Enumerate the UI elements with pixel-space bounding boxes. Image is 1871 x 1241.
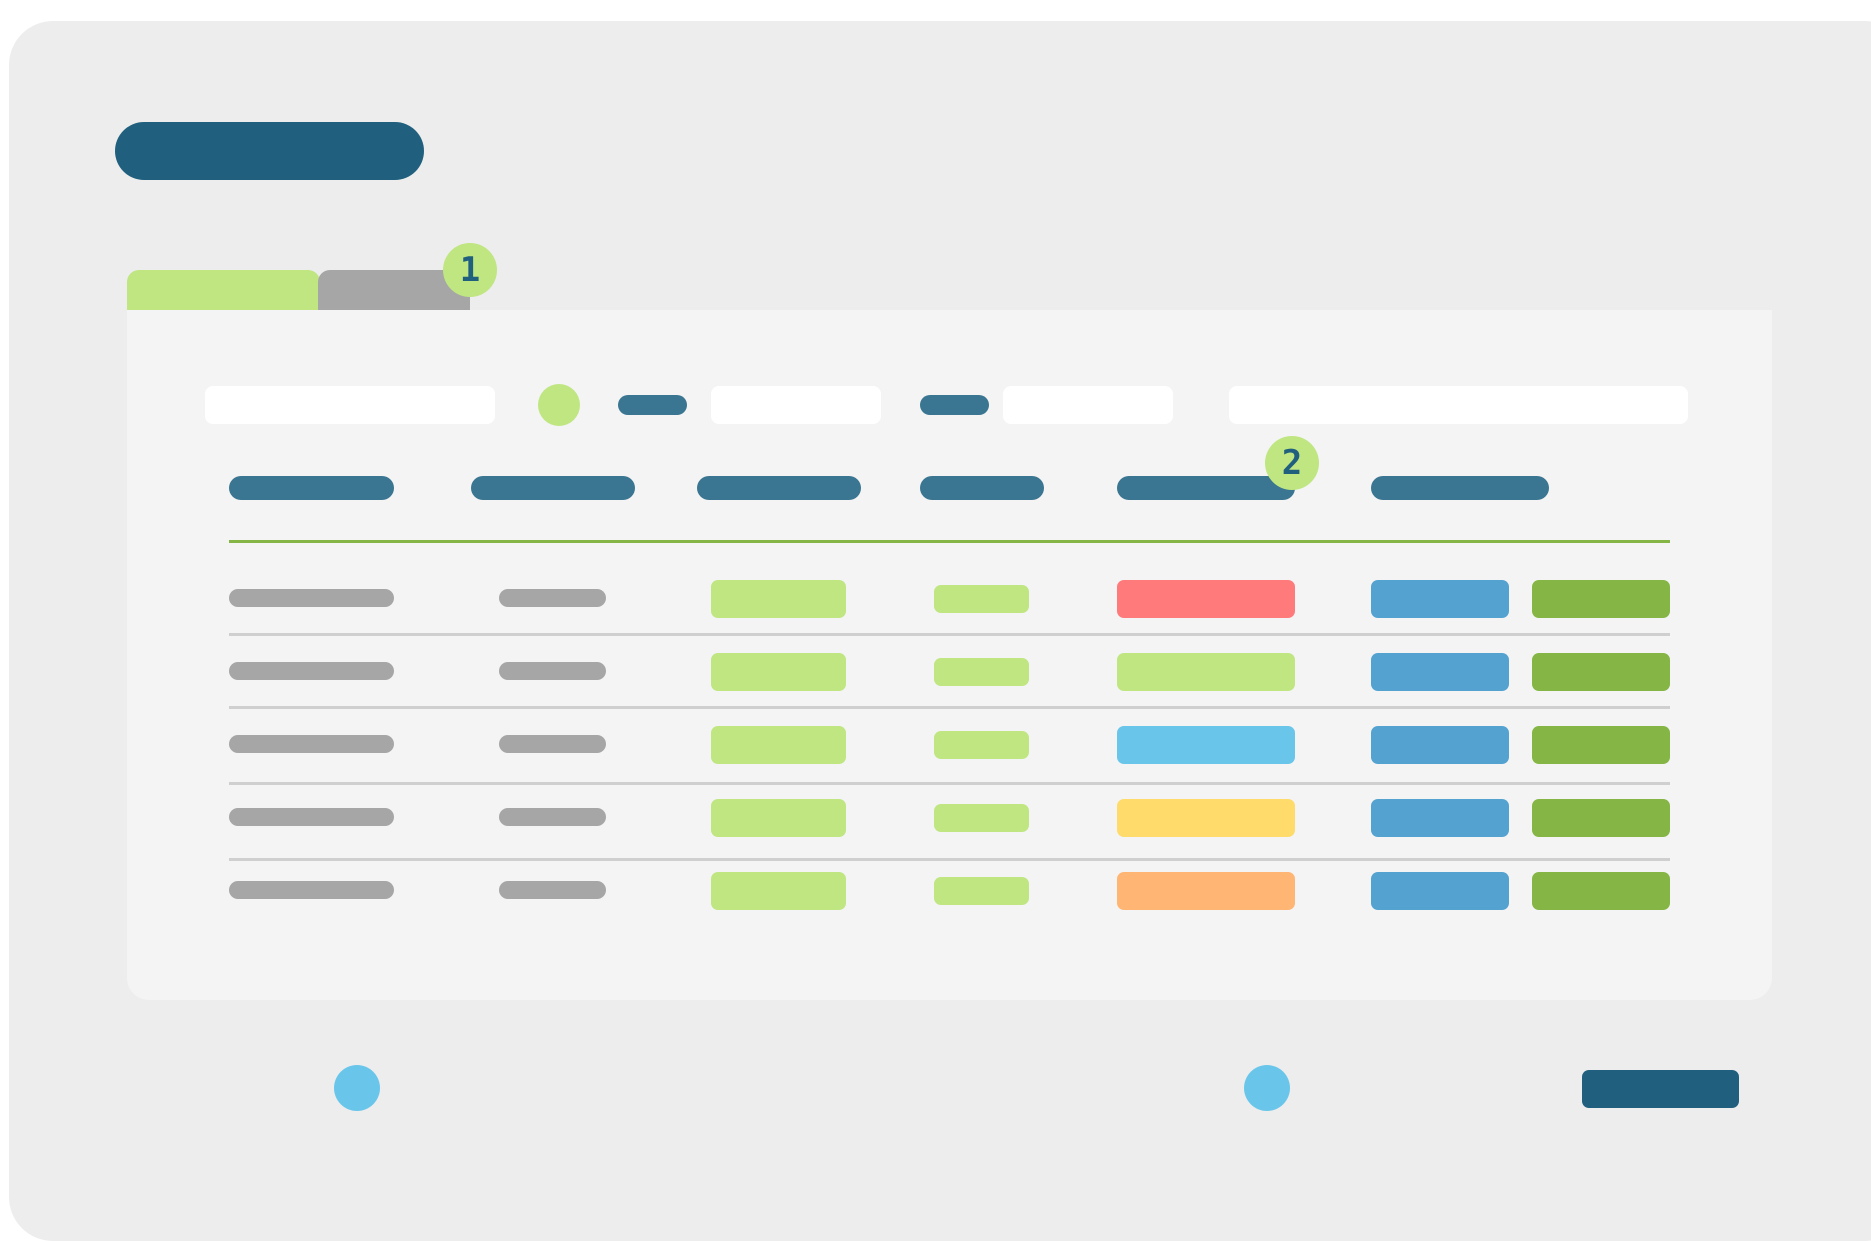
row-action-button-1[interactable] [1371, 726, 1509, 764]
row-action-button-1[interactable] [1371, 580, 1509, 618]
row-cell-name [229, 662, 394, 680]
row-small-tag [934, 731, 1029, 759]
column-header-1[interactable] [229, 476, 394, 500]
step-badge-2: 2 [1265, 436, 1319, 490]
row-cell-id [499, 881, 606, 899]
row-divider [229, 782, 1670, 785]
row-tag [711, 580, 846, 618]
row-status-badge [1117, 799, 1295, 837]
row-action-button-2[interactable] [1532, 653, 1670, 691]
primary-action-button[interactable] [1582, 1070, 1739, 1108]
row-divider [229, 858, 1670, 861]
row-small-tag [934, 585, 1029, 613]
tab-active[interactable] [127, 270, 320, 310]
row-cell-id [499, 808, 606, 826]
row-cell-name [229, 808, 394, 826]
row-tag [711, 653, 846, 691]
row-action-button-1[interactable] [1371, 799, 1509, 837]
row-divider [229, 633, 1670, 636]
row-action-button-1[interactable] [1371, 872, 1509, 910]
row-cell-name [229, 881, 394, 899]
row-status-badge [1117, 653, 1295, 691]
row-action-button-2[interactable] [1532, 580, 1670, 618]
row-small-tag [934, 658, 1029, 686]
row-action-button-2[interactable] [1532, 799, 1670, 837]
search-input[interactable] [205, 386, 495, 424]
row-small-tag [934, 804, 1029, 832]
column-header-6[interactable] [1371, 476, 1549, 500]
filter-input-1[interactable] [711, 386, 881, 424]
header-divider [229, 540, 1670, 543]
row-status-badge [1117, 580, 1295, 618]
column-header-4[interactable] [920, 476, 1044, 500]
step-badge-1: 1 [443, 243, 497, 297]
row-status-badge [1117, 726, 1295, 764]
column-header-2[interactable] [471, 476, 635, 500]
row-cell-name [229, 735, 394, 753]
row-action-button-2[interactable] [1532, 872, 1670, 910]
page-title-placeholder [115, 122, 424, 180]
row-action-button-1[interactable] [1371, 653, 1509, 691]
row-cell-name [229, 589, 394, 607]
row-divider [229, 706, 1670, 709]
blue-circle-icon[interactable] [1244, 1065, 1290, 1111]
row-action-button-2[interactable] [1532, 726, 1670, 764]
column-header-3[interactable] [697, 476, 861, 500]
filter-input-2[interactable] [1003, 386, 1173, 424]
filter-label-2 [920, 395, 989, 415]
row-small-tag [934, 877, 1029, 905]
row-tag [711, 872, 846, 910]
row-cell-id [499, 662, 606, 680]
blue-circle-icon[interactable] [334, 1065, 380, 1111]
row-status-badge [1117, 872, 1295, 910]
filter-input-3[interactable] [1229, 386, 1688, 424]
row-cell-id [499, 735, 606, 753]
row-tag [711, 799, 846, 837]
row-tag [711, 726, 846, 764]
filter-label-1 [618, 395, 687, 415]
row-cell-id [499, 589, 606, 607]
green-circle-icon[interactable] [538, 384, 580, 426]
column-header-5[interactable] [1117, 476, 1295, 500]
